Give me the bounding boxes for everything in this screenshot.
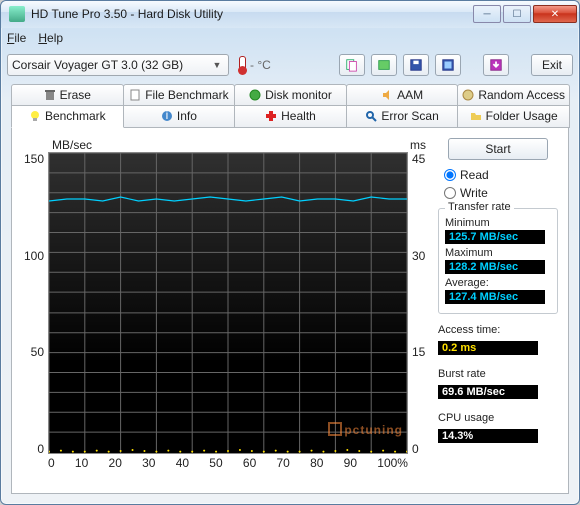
search-icon <box>365 110 377 122</box>
menu-help[interactable]: Help <box>38 31 63 45</box>
file-icon <box>129 89 141 101</box>
tab-info[interactable]: iInfo <box>123 106 236 128</box>
exit-button[interactable]: Exit <box>531 54 573 76</box>
app-window: HD Tune Pro 3.50 - Hard Disk Utility ─ ☐… <box>0 0 580 505</box>
y-ticks-left: 150 100 50 0 <box>22 152 48 470</box>
min-label: Minimum <box>445 217 551 229</box>
sound-icon <box>381 89 393 101</box>
drive-select-label: Corsair Voyager GT 3.0 (32 GB) <box>12 58 210 72</box>
tab-benchmark[interactable]: Benchmark <box>11 106 124 128</box>
copy-screenshot-button[interactable] <box>371 54 397 76</box>
mode-write-radio[interactable]: Write <box>438 186 558 200</box>
start-button[interactable]: Start <box>448 138 548 160</box>
drive-select[interactable]: Corsair Voyager GT 3.0 (32 GB) ▼ <box>7 54 229 76</box>
monitor-icon <box>249 89 261 101</box>
app-icon <box>9 6 25 22</box>
tab-file-benchmark[interactable]: File Benchmark <box>123 84 236 106</box>
tab-erase[interactable]: Erase <box>11 84 124 106</box>
save-results-button[interactable] <box>483 54 509 76</box>
avg-label: Average: <box>445 277 551 289</box>
tab-aam[interactable]: AAM <box>346 84 459 106</box>
health-icon <box>265 110 277 122</box>
transfer-rate-group: Transfer rate Minimum 125.7 MB/sec Maxim… <box>438 208 558 314</box>
tab-error-scan[interactable]: Error Scan <box>346 106 459 128</box>
y-ticks-right: 45 30 15 0 <box>408 152 430 470</box>
svg-text:i: i <box>166 110 169 122</box>
titlebar[interactable]: HD Tune Pro 3.50 - Hard Disk Utility ─ ☐… <box>1 1 579 28</box>
transfer-legend: Transfer rate <box>445 201 514 213</box>
burst-value: 69.6 MB/sec <box>438 385 538 399</box>
menubar: File Help <box>1 28 579 47</box>
options-button[interactable] <box>435 54 461 76</box>
save-screenshot-button[interactable] <box>403 54 429 76</box>
minimize-button[interactable]: ─ <box>473 5 501 23</box>
burst-label: Burst rate <box>438 368 558 380</box>
folder-icon <box>470 110 482 122</box>
tab-strip: Erase File Benchmark Disk monitor AAM Ra… <box>11 84 569 128</box>
benchmark-chart: pctuning <box>48 152 408 454</box>
tab-folder-usage[interactable]: Folder Usage <box>457 106 570 128</box>
toolbar: Corsair Voyager GT 3.0 (32 GB) ▼ - °C Ex… <box>7 49 573 80</box>
info-icon: i <box>161 110 173 122</box>
chart-column: MB/sec ms 150 100 50 0 <box>22 138 430 485</box>
cpu-value: 14.3% <box>438 429 538 443</box>
temperature-readout: - °C <box>239 56 271 74</box>
window-title: HD Tune Pro 3.50 - Hard Disk Utility <box>31 7 471 21</box>
stats-column: Start Read Write Transfer rate Minimum 1… <box>438 138 558 485</box>
access-value: 0.2 ms <box>438 341 538 355</box>
random-icon <box>462 89 474 101</box>
access-label: Access time: <box>438 324 558 336</box>
x-ticks: 01020 304050 607080 90100% <box>48 454 408 470</box>
bulb-icon <box>29 110 41 122</box>
tab-random-access[interactable]: Random Access <box>457 84 570 106</box>
avg-value: 127.4 MB/sec <box>445 290 545 304</box>
trash-icon <box>44 89 56 101</box>
tab-health[interactable]: Health <box>234 106 347 128</box>
maximize-button[interactable]: ☐ <box>503 5 531 23</box>
copy-info-button[interactable] <box>339 54 365 76</box>
max-label: Maximum <box>445 247 551 259</box>
close-button[interactable]: ✕ <box>533 5 577 23</box>
max-value: 128.2 MB/sec <box>445 260 545 274</box>
menu-file[interactable]: File <box>7 31 26 45</box>
min-value: 125.7 MB/sec <box>445 230 545 244</box>
mode-read-radio[interactable]: Read <box>438 168 558 182</box>
chevron-down-icon: ▼ <box>210 60 224 70</box>
tab-disk-monitor[interactable]: Disk monitor <box>234 84 347 106</box>
cpu-label: CPU usage <box>438 412 558 424</box>
benchmark-panel: MB/sec ms 150 100 50 0 <box>11 128 569 494</box>
thermometer-icon <box>239 56 246 74</box>
y-axis-right-label: ms <box>410 138 426 152</box>
y-axis-left-label: MB/sec <box>52 138 92 152</box>
temperature-value: - °C <box>250 58 271 72</box>
